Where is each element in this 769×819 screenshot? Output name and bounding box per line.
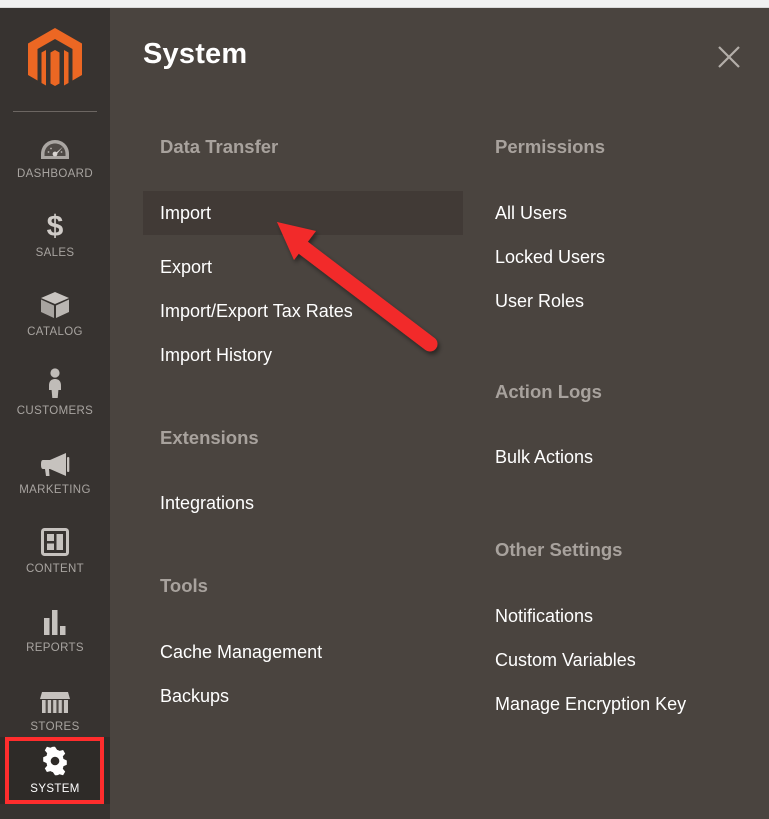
sidebar-item-label: MARKETING <box>19 483 91 496</box>
menu-column-right: Permissions All Users Locked Users User … <box>478 136 768 726</box>
menu-item-import[interactable]: Import <box>143 190 463 235</box>
menu-item-manage-encryption-key[interactable]: Manage Encryption Key <box>478 682 768 726</box>
sidebar-item-dashboard[interactable]: DASHBOARD <box>0 121 110 189</box>
menu-group-other-settings: Other Settings Notifications Custom Vari… <box>478 541 768 726</box>
menu-item-import-export-tax-rates[interactable]: Import/Export Tax Rates <box>143 289 463 333</box>
sidebar-item-label: CATALOG <box>27 325 83 338</box>
menu-item-user-roles[interactable]: User Roles <box>478 279 768 323</box>
person-icon <box>45 367 65 398</box>
admin-sidebar: DASHBOARD $ SALES CATALOG CUSTOMERS MARK… <box>0 8 110 819</box>
megaphone-icon <box>40 447 70 477</box>
group-heading: Data Transfer <box>160 136 279 157</box>
menu-item-all-users[interactable]: All Users <box>478 191 768 235</box>
dollar-sign-icon: $ <box>44 210 66 240</box>
menu-item-backups[interactable]: Backups <box>143 674 463 718</box>
group-heading: Tools <box>160 575 208 597</box>
box-icon <box>40 289 70 319</box>
group-heading: Other Settings <box>495 539 623 561</box>
menu-item-locked-users[interactable]: Locked Users <box>478 235 768 279</box>
sidebar-item-label: CONTENT <box>25 562 85 575</box>
page-title: System <box>143 38 248 70</box>
menu-item-cache-management[interactable]: Cache Management <box>143 630 463 674</box>
magento-logo-icon <box>28 28 82 86</box>
sidebar-item-customers[interactable]: CUSTOMERS <box>0 358 110 426</box>
menu-item-bulk-actions[interactable]: Bulk Actions <box>478 435 768 479</box>
layout-window-icon <box>41 526 69 556</box>
close-x-icon <box>718 46 740 68</box>
sidebar-item-stores[interactable]: STORES <box>0 674 110 742</box>
sidebar-item-catalog[interactable]: CATALOG <box>0 279 110 347</box>
sidebar-item-label: DASHBOARD <box>17 167 93 180</box>
menu-item-export[interactable]: Export <box>143 245 463 289</box>
storefront-icon <box>40 684 70 714</box>
menu-group-action-logs: Action Logs Bulk Actions <box>478 380 768 480</box>
svg-text:$: $ <box>47 210 64 240</box>
menu-group-extensions: Extensions Integrations <box>143 426 463 526</box>
group-heading: Action Logs <box>495 380 602 402</box>
screenshot-root: DASHBOARD $ SALES CATALOG CUSTOMERS MARK… <box>0 0 769 819</box>
menu-group-data-transfer: Data Transfer Import Export Import/Expor… <box>143 136 463 377</box>
dashboard-gauge-icon <box>40 131 70 161</box>
group-heading: Extensions <box>160 426 259 448</box>
sidebar-item-label: SALES <box>35 246 75 259</box>
sidebar-divider <box>13 111 97 112</box>
magento-logo[interactable] <box>0 20 110 102</box>
sidebar-item-content[interactable]: CONTENT <box>0 516 110 584</box>
globe-partners-icon <box>40 813 70 819</box>
gear-icon <box>40 746 70 776</box>
menu-item-integrations[interactable]: Integrations <box>143 481 463 525</box>
sidebar-item-system[interactable]: SYSTEM <box>0 737 110 804</box>
menu-item-notifications[interactable]: Notifications <box>478 594 768 638</box>
sidebar-item-reports[interactable]: REPORTS <box>0 595 110 663</box>
close-button[interactable] <box>709 37 749 77</box>
sidebar-item-label: STORES <box>30 720 80 733</box>
group-heading: Permissions <box>495 136 606 157</box>
menu-item-import-history[interactable]: Import History <box>143 333 463 377</box>
menu-group-tools: Tools Cache Management Backups <box>143 577 463 718</box>
sidebar-item-marketing[interactable]: MARKETING <box>0 437 110 505</box>
system-menu-panel: System Data Transfer Import Export Impor… <box>110 8 769 819</box>
sidebar-item-find-partners[interactable] <box>0 808 110 819</box>
sidebar-item-label: CUSTOMERS <box>16 404 94 417</box>
menu-column-left: Data Transfer Import Export Import/Expor… <box>143 136 463 718</box>
sidebar-item-label: SYSTEM <box>30 783 80 795</box>
menu-group-permissions: Permissions All Users Locked Users User … <box>478 136 768 323</box>
sidebar-item-sales[interactable]: $ SALES <box>0 200 110 268</box>
sidebar-item-label: REPORTS <box>26 641 84 654</box>
bar-chart-icon <box>42 605 68 635</box>
menu-item-custom-variables[interactable]: Custom Variables <box>478 638 768 682</box>
